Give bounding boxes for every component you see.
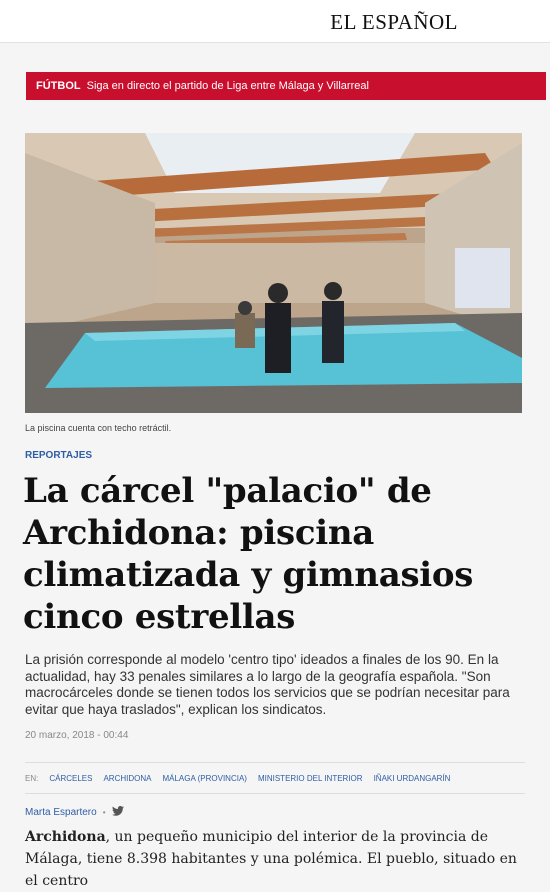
article-lede: La prisión corresponde al modelo 'centro… — [25, 652, 510, 717]
alert-text[interactable]: Siga en directo el partido de Liga entre… — [87, 80, 369, 92]
twitter-icon[interactable] — [111, 806, 124, 819]
site-logo[interactable]: EL ESPAÑOL — [330, 10, 458, 35]
separator-dot: • — [102, 808, 106, 817]
alert-tag: FÚTBOL — [36, 80, 81, 92]
photo-caption: La piscina cuenta con techo retráctil. — [25, 423, 172, 433]
byline: Marta Espartero • — [25, 806, 124, 819]
tag-link[interactable]: IÑAKI URDANGARÍN — [374, 774, 451, 783]
tag-link[interactable]: CÁRCELES — [49, 774, 92, 783]
live-alert-banner[interactable]: FÚTBOL Siga en directo el partido de Lig… — [26, 72, 546, 100]
publish-date: 20 marzo, 2018 - 00:44 — [25, 730, 129, 741]
top-bar: EL ESPAÑOL — [0, 0, 550, 43]
tag-link[interactable]: MINISTERIO DEL INTERIOR — [258, 774, 363, 783]
tag-link[interactable]: MÁLAGA (PROVINCIA) — [162, 774, 246, 783]
section-label[interactable]: REPORTAJES — [25, 450, 92, 461]
body-lead: Archidona — [25, 829, 106, 845]
tag-list: EN: CÁRCELES ARCHIDONA MÁLAGA (PROVINCIA… — [25, 762, 525, 794]
article-body: Archidona, un pequeño municipio del inte… — [25, 826, 525, 892]
tags-prefix: EN: — [25, 773, 39, 783]
tag-link[interactable]: ARCHIDONA — [103, 774, 151, 783]
author-link[interactable]: Marta Espartero — [25, 807, 97, 818]
article-photo — [25, 133, 522, 413]
article-headline: La cárcel "palacio" de Archidona: piscin… — [23, 471, 474, 637]
